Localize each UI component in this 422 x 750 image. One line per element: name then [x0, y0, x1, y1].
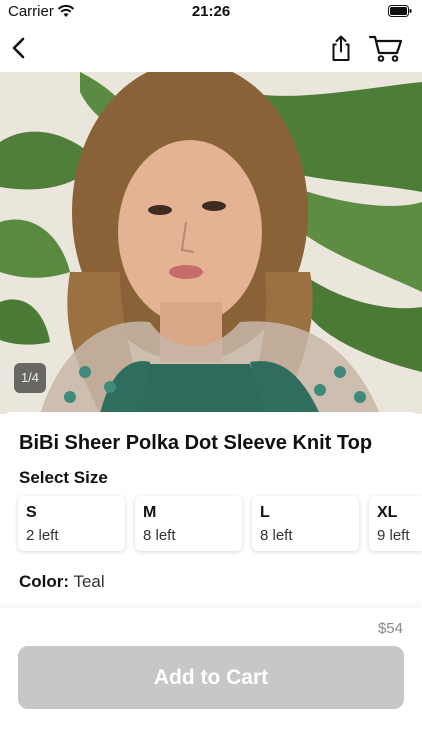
status-bar: Carrier 21:26: [0, 0, 422, 24]
battery-icon: [388, 5, 412, 17]
purchase-footer: $54 Add to Cart: [0, 608, 422, 750]
size-name: XL: [377, 504, 398, 521]
size-name: M: [143, 504, 157, 521]
color-value: Teal: [73, 572, 105, 591]
share-button[interactable]: [325, 32, 357, 64]
share-icon: [332, 35, 350, 61]
product-title: BiBi Sheer Polka Dot Sleeve Knit Top: [19, 432, 373, 454]
add-to-cart-button[interactable]: Add to Cart: [18, 646, 404, 709]
size-option-xl[interactable]: XL 9 left: [369, 496, 422, 551]
color-label: Color:: [19, 572, 70, 591]
size-option-l[interactable]: L 8 left: [252, 496, 359, 551]
nav-bar: [0, 24, 422, 72]
size-stock: 8 left: [143, 527, 176, 544]
image-page-indicator: 1/4: [14, 363, 46, 393]
size-name: L: [260, 504, 270, 521]
product-image-gallery[interactable]: [0, 72, 422, 414]
clock: 21:26: [191, 3, 231, 20]
size-stock: 9 left: [377, 527, 410, 544]
size-option-m[interactable]: M 8 left: [135, 496, 242, 551]
size-stock: 2 left: [26, 527, 59, 544]
price: $54: [377, 620, 403, 637]
chevron-left-icon: [12, 37, 25, 59]
size-name: S: [26, 504, 37, 521]
size-stock: 8 left: [260, 527, 293, 544]
product-photo: [0, 72, 422, 414]
color-line: Color: Teal: [19, 572, 105, 592]
size-option-s[interactable]: S 2 left: [18, 496, 125, 551]
size-options: S 2 left M 8 left L 8 left XL 9 left: [0, 496, 422, 554]
select-size-heading: Select Size: [19, 468, 108, 487]
back-button[interactable]: [4, 32, 36, 64]
cart-button[interactable]: [368, 32, 404, 64]
cart-icon: [368, 35, 403, 62]
